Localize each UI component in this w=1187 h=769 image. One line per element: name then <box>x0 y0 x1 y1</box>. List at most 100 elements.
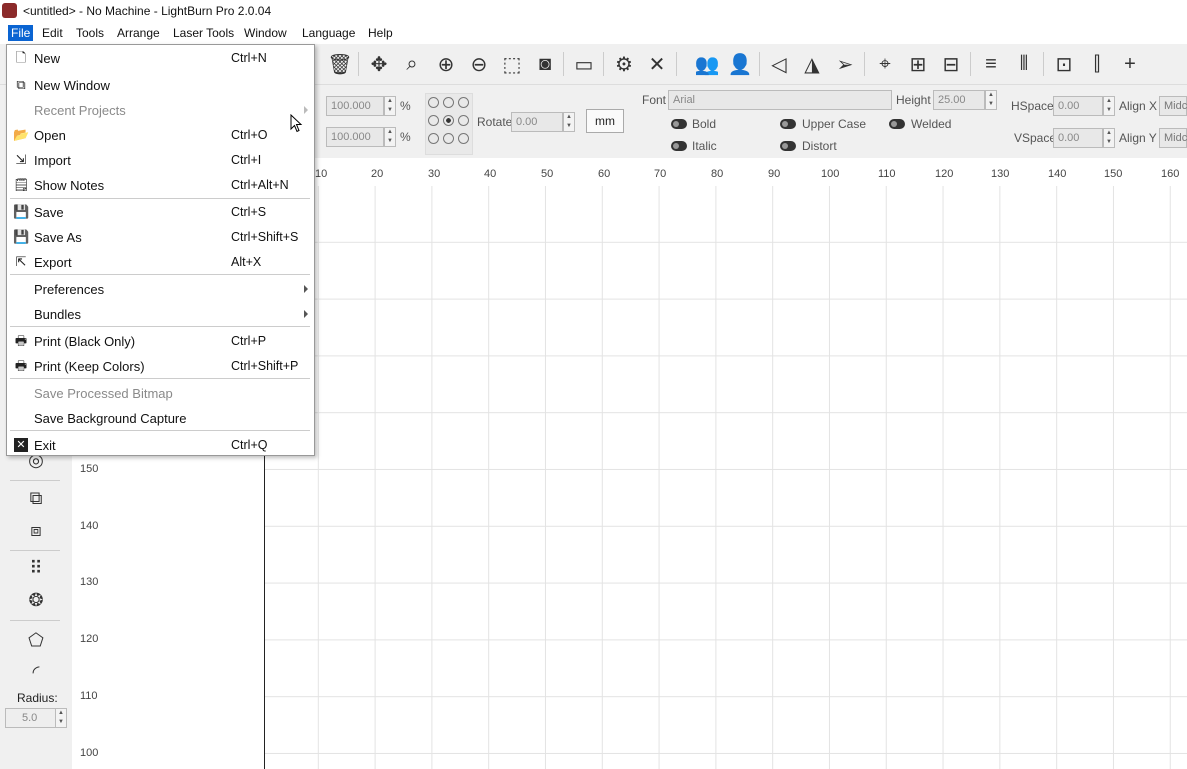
menu-item-new[interactable]: 🗋 New Ctrl+N <box>7 46 314 70</box>
ruler-tick: 40 <box>484 168 497 180</box>
anchor-top-left[interactable] <box>428 97 439 108</box>
menu-file[interactable]: File <box>8 25 34 41</box>
group-icon[interactable]: 👥 <box>693 50 721 78</box>
menu-item-exit[interactable]: ✕ Exit Ctrl+Q <box>7 433 314 457</box>
toolbar-separator <box>603 52 604 76</box>
menu-item-label: Exit <box>34 438 56 453</box>
menu-item-recent-projects[interactable]: Recent Projects <box>7 98 314 122</box>
distribute-icon[interactable]: ⊟ <box>937 50 965 78</box>
boolean-subtract-icon[interactable]: ⧈ <box>20 516 52 544</box>
rotate-field[interactable]: 0.00 <box>511 112 563 132</box>
align-y-select[interactable]: Midc <box>1159 128 1187 148</box>
anchor-bottom-left[interactable] <box>428 133 439 144</box>
menu-help[interactable]: Help <box>368 26 393 40</box>
unit-button[interactable]: mm <box>586 109 624 133</box>
menu-item-label: New <box>34 51 61 66</box>
anchor-middle-right[interactable] <box>458 115 469 126</box>
menu-item-save-processed-bitmap[interactable]: Save Processed Bitmap <box>7 381 314 405</box>
menu-arrange[interactable]: Arrange <box>117 26 160 40</box>
anchor-center[interactable] <box>443 115 454 126</box>
boolean-union-icon[interactable]: ⧉ <box>20 484 52 512</box>
menu-item-label: Print (Black Only) <box>34 334 136 349</box>
mirror-icon[interactable]: ◮ <box>798 50 826 78</box>
ruler-tick: 100 <box>80 747 99 759</box>
design-canvas[interactable] <box>265 186 1187 769</box>
camera-icon[interactable]: ◙ <box>531 50 559 78</box>
height-spinner[interactable]: ▲ ▼ <box>985 90 997 110</box>
monitor-icon[interactable]: ▭ <box>570 50 598 78</box>
menu-window[interactable]: Window <box>244 26 287 40</box>
anchor-middle-left[interactable] <box>428 115 439 126</box>
menu-language[interactable]: Language <box>302 26 355 40</box>
anchor-bottom-center[interactable] <box>443 133 454 144</box>
distribute-v-icon[interactable]: ⫿ <box>1083 50 1111 78</box>
italic-toggle[interactable] <box>671 141 687 151</box>
menu-item-export[interactable]: ⇱ Export Alt+X <box>7 250 314 274</box>
machine-settings-icon[interactable]: ⚙ <box>610 50 638 78</box>
distribute-h-icon[interactable]: ⊡ <box>1050 50 1078 78</box>
toolbar-separator <box>759 52 760 76</box>
vspace-field[interactable]: 0.00 <box>1053 128 1103 148</box>
hspace-field[interactable]: 0.00 <box>1053 96 1103 116</box>
menu-tools[interactable]: Tools <box>76 26 104 40</box>
menu-item-save-as[interactable]: 💾 Save As Ctrl+Shift+S <box>7 225 314 249</box>
scale-y-field[interactable]: 100.000 <box>326 127 384 147</box>
menu-item-show-notes[interactable]: 🗒 Show Notes Ctrl+Alt+N <box>7 173 314 197</box>
scale-x-spinner[interactable]: ▲ ▼ <box>384 96 396 116</box>
send-icon[interactable]: ➢ <box>831 50 859 78</box>
menu-item-new-window[interactable]: ⧉ New Window <box>7 73 314 97</box>
upper-case-toggle[interactable] <box>780 119 796 129</box>
flip-horizontal-icon[interactable]: ◁ <box>765 50 793 78</box>
rotate-spinner[interactable]: ▲ ▼ <box>563 112 575 132</box>
align-middle-icon[interactable]: ⫴ <box>1010 50 1038 78</box>
welded-toggle[interactable] <box>889 119 905 129</box>
anchor-bottom-right[interactable] <box>458 133 469 144</box>
menu-item-preferences[interactable]: Preferences <box>7 277 314 301</box>
zoom-selection-icon[interactable]: ⌕ <box>398 50 426 78</box>
vspace-label: VSpace <box>1014 131 1057 145</box>
menu-item-open[interactable]: 📂 Open Ctrl+O <box>7 123 314 147</box>
menu-item-save-background-capture[interactable]: Save Background Capture <box>7 406 314 430</box>
vspace-spinner[interactable]: ▲ ▼ <box>1103 128 1115 148</box>
import-icon: ⇲ <box>15 152 27 167</box>
menu-item-save[interactable]: 💾 Save Ctrl+S <box>7 200 314 224</box>
grid-array-icon[interactable]: ⠿ <box>20 554 52 582</box>
menu-separator <box>10 198 310 199</box>
menu-item-print-black[interactable]: 🖶 Print (Black Only) Ctrl+P <box>7 329 314 353</box>
zoom-out-icon[interactable]: ⊖ <box>465 50 493 78</box>
menu-item-shortcut: Ctrl+N <box>231 51 267 65</box>
font-select[interactable]: Arial <box>668 90 892 110</box>
move-icon[interactable]: ✥ <box>365 50 393 78</box>
ungroup-icon[interactable]: 👤 <box>726 50 754 78</box>
menu-item-shortcut: Ctrl+Shift+S <box>231 230 299 244</box>
align-x-select[interactable]: Midc <box>1159 96 1187 116</box>
circular-array-icon[interactable]: ❂ <box>20 586 52 614</box>
zoom-in-icon[interactable]: ⊕ <box>432 50 460 78</box>
anchor-top-center[interactable] <box>443 97 454 108</box>
menu-item-shortcut: Ctrl+S <box>231 205 267 219</box>
menu-item-import[interactable]: ⇲ Import Ctrl+I <box>7 148 314 172</box>
tools-icon[interactable]: ✕ <box>643 50 671 78</box>
menu-item-shortcut: Alt+X <box>231 255 262 269</box>
bold-toggle[interactable] <box>671 119 687 129</box>
height-field[interactable]: 25.00 <box>933 90 985 110</box>
menu-item-print-colors[interactable]: 🖶 Print (Keep Colors) Ctrl+Shift+P <box>7 354 314 378</box>
scale-x-field[interactable]: 100.000 <box>326 96 384 116</box>
anchor-top-right[interactable] <box>458 97 469 108</box>
corner-radius-icon[interactable]: ◜ <box>20 658 52 686</box>
move-together-icon[interactable]: + <box>1116 50 1144 78</box>
radius-spinner[interactable]: ▲ ▼ <box>55 708 67 728</box>
menu-item-label: Recent Projects <box>34 103 126 118</box>
polygon-edit-icon[interactable]: ⬠ <box>20 626 52 654</box>
distort-toggle[interactable] <box>780 141 796 151</box>
hspace-spinner[interactable]: ▲ ▼ <box>1103 96 1115 116</box>
menu-item-bundles[interactable]: Bundles <box>7 302 314 326</box>
menu-laser-tools[interactable]: Laser Tools <box>173 26 234 40</box>
target-icon[interactable]: ⌖ <box>871 50 899 78</box>
scale-y-spinner[interactable]: ▲ ▼ <box>384 127 396 147</box>
menu-edit[interactable]: Edit <box>42 26 63 40</box>
select-frame-icon[interactable]: ⬚ <box>498 50 526 78</box>
align-icon[interactable]: ⊞ <box>904 50 932 78</box>
trash-icon[interactable]: 🗑 <box>326 50 354 78</box>
align-top-icon[interactable]: ≡ <box>977 50 1005 78</box>
